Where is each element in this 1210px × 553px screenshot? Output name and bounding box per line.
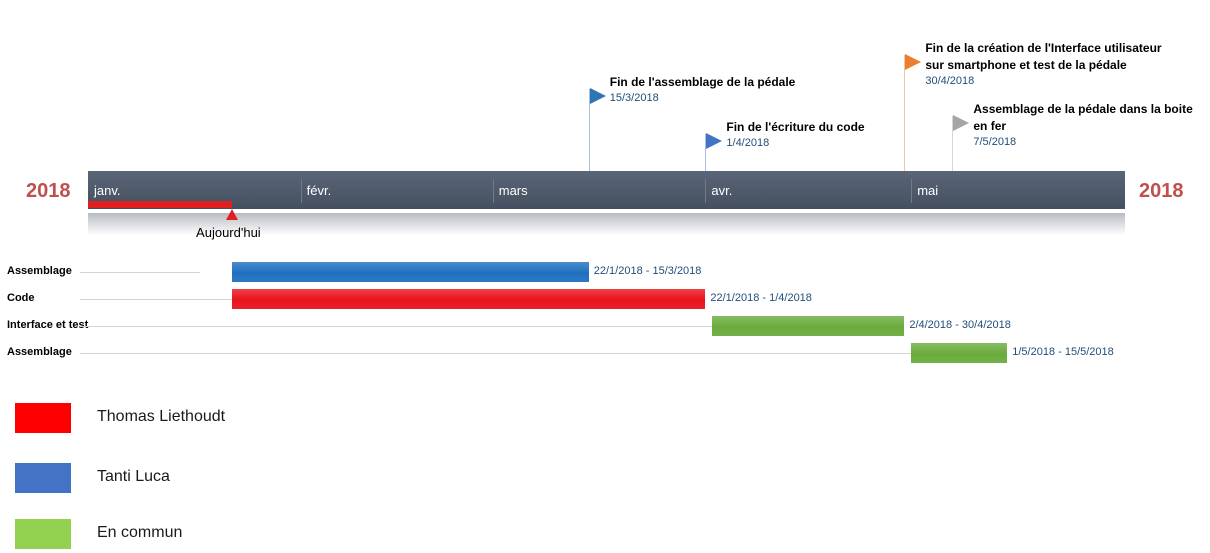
- legend-swatch: [15, 463, 71, 493]
- milestone-flag-icon: [589, 88, 606, 104]
- milestone-title: Fin de l'assemblage de la pédale: [609, 75, 796, 89]
- task-bar: [232, 262, 589, 282]
- year-label-left: 2018: [26, 180, 71, 202]
- task-label: Interface et test: [7, 319, 89, 331]
- gantt-chart: 2018 2018 janv. févr. mars avr. mai Aujourd'h…: [0, 0, 1210, 553]
- task-guide-line: [80, 326, 713, 327]
- legend-label: En commun: [97, 524, 183, 541]
- month-label: mars: [498, 183, 528, 198]
- milestone-date: 30/4/2018: [925, 75, 975, 87]
- task-bar: [911, 343, 1008, 363]
- milestone-flag-icon: [905, 54, 922, 70]
- task-label: Code: [7, 292, 35, 304]
- milestone-title: Fin de l'écriture du code: [726, 120, 865, 134]
- legend-swatch: [15, 403, 71, 433]
- month-label: avr.: [711, 183, 733, 198]
- milestone-title: Fin de la création de l'Interface utilis…: [925, 41, 1162, 55]
- legend-label: Thomas Liethoudt: [97, 408, 226, 425]
- month-label: janv.: [94, 183, 121, 198]
- task-guide-line: [80, 299, 233, 300]
- task-date-range: 22/1/2018 - 15/3/2018: [593, 265, 702, 277]
- milestone-date: 15/3/2018: [609, 92, 659, 104]
- milestone-title: Assemblage de la pédale dans la boite: [973, 102, 1193, 116]
- elapsed-progress: [88, 201, 233, 208]
- today-marker: [226, 209, 239, 220]
- milestone-flag-icon: [953, 115, 970, 131]
- task-label: Assemblage: [7, 265, 72, 277]
- month-separator: [492, 179, 494, 203]
- task-guide-line: [80, 272, 200, 273]
- task-label: Assemblage: [7, 346, 72, 358]
- today-label: Aujourd'hui: [196, 225, 261, 240]
- milestone-stem: [904, 55, 906, 171]
- milestone-title: en fer: [973, 119, 1007, 133]
- milestone-flag-icon: [706, 133, 723, 149]
- month-label: févr.: [306, 183, 332, 198]
- month-separator: [911, 179, 913, 203]
- task-bar: [232, 289, 706, 309]
- task-bar: [712, 316, 905, 336]
- milestone-title: sur smartphone et test de la pédale: [925, 58, 1127, 72]
- milestone-date: 7/5/2018: [973, 136, 1017, 148]
- milestone-date: 1/4/2018: [726, 137, 770, 149]
- task-date-range: 22/1/2018 - 1/4/2018: [710, 292, 812, 304]
- legend-swatch: [15, 519, 71, 549]
- month-separator: [300, 179, 302, 203]
- task-date-range: 1/5/2018 - 15/5/2018: [1012, 346, 1114, 358]
- legend-label: Tanti Luca: [97, 468, 170, 485]
- task-date-range: 2/4/2018 - 30/4/2018: [909, 319, 1011, 331]
- year-label-right: 2018: [1139, 180, 1184, 202]
- month-separator: [705, 179, 707, 203]
- timeline-bar: [88, 171, 1125, 209]
- month-label: mai: [917, 183, 939, 198]
- task-guide-line: [80, 353, 912, 354]
